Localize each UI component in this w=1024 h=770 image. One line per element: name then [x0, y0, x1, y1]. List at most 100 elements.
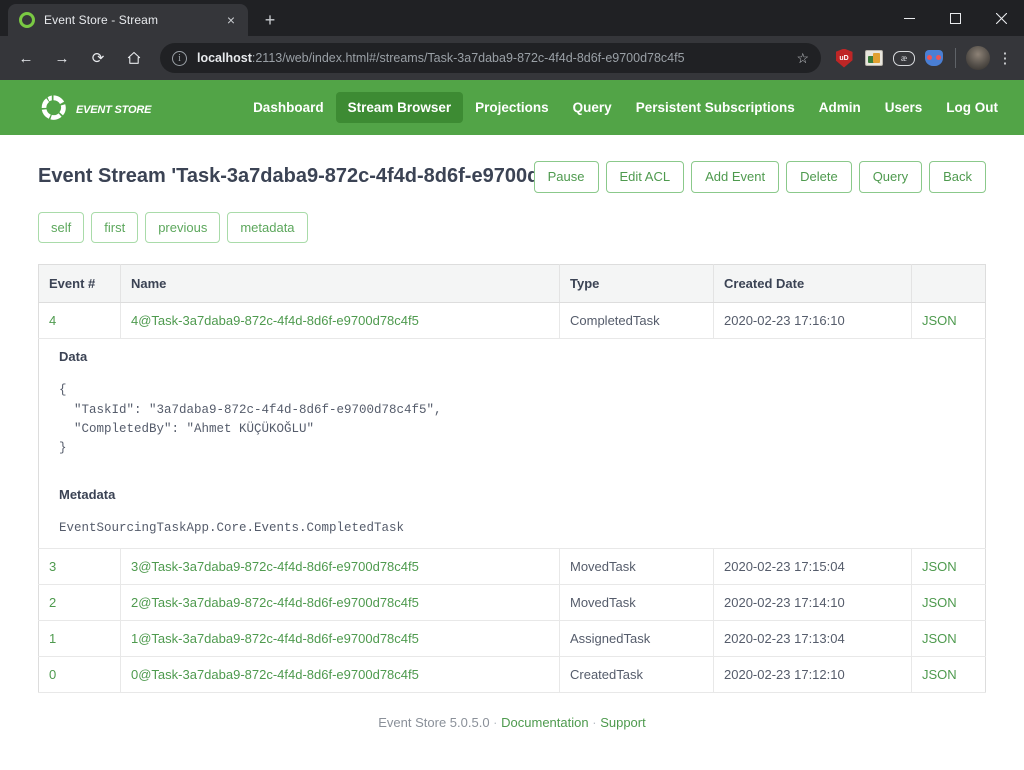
event-name-link[interactable]: 3@Task-3a7daba9-872c-4f4d-8d6f-e9700d78c…	[131, 559, 419, 574]
back-button[interactable]: Back	[929, 161, 986, 193]
close-tab-icon[interactable]: ×	[222, 11, 240, 29]
event-name-link[interactable]: 1@Task-3a7daba9-872c-4f4d-8d6f-e9700d78c…	[131, 631, 419, 646]
delete-button[interactable]: Delete	[786, 161, 852, 193]
ae-icon[interactable]: æ	[892, 46, 916, 70]
url-host: localhost	[197, 51, 252, 65]
add-event-button[interactable]: Add Event	[691, 161, 780, 193]
event-number-link[interactable]: 0	[49, 667, 56, 682]
cell-event-type: CompletedTask	[559, 302, 714, 340]
footer-support-link[interactable]: Support	[600, 715, 646, 730]
cell-event-type: MovedTask	[559, 548, 714, 586]
json-link[interactable]: JSON	[922, 595, 957, 610]
event-name-link[interactable]: 2@Task-3a7daba9-872c-4f4d-8d6f-e9700d78c…	[131, 595, 419, 610]
browser-menu-icon[interactable]: ⋮	[994, 51, 1016, 66]
brand-logo[interactable]: EVENT STORE	[40, 94, 151, 121]
table-row[interactable]: 4 4@Task-3a7daba9-872c-4f4d-8d6f-e9700d7…	[38, 302, 986, 340]
footer-separator-1: ·	[493, 715, 498, 731]
pause-button[interactable]: Pause	[533, 161, 599, 193]
cell-format: JSON	[911, 584, 986, 622]
brand-name-text: EVENT STORE	[76, 104, 152, 116]
nav-item-stream-browser[interactable]: Stream Browser	[335, 92, 464, 123]
event-number-link[interactable]: 1	[49, 631, 56, 646]
new-tab-button[interactable]: +	[256, 6, 284, 34]
nav-item-persistent-subscriptions[interactable]: Persistent Subscriptions	[624, 92, 807, 123]
event-number-link[interactable]: 4	[49, 313, 56, 328]
column-header-format	[911, 264, 986, 304]
cell-event-number: 0	[38, 656, 121, 694]
tab-strip: Event Store - Stream × +	[0, 0, 1024, 36]
paging-metadata-button[interactable]: metadata	[227, 211, 308, 244]
query-button[interactable]: Query	[858, 161, 923, 193]
events-table: Event # Name Type Created Date 4 4@Task-…	[38, 264, 986, 694]
table-row[interactable]: 0 0@Task-3a7daba9-872c-4f4d-8d6f-e9700d7…	[38, 656, 986, 694]
event-detail-inner: Data { "TaskId": "3a7daba9-872c-4f4d-8d6…	[49, 349, 975, 538]
ublock-origin-icon[interactable]: uD	[832, 46, 856, 70]
column-header-event-number: Event #	[38, 264, 121, 304]
app-navbar: EVENT STORE Dashboard Stream Browser Pro…	[0, 80, 1024, 135]
site-info-icon[interactable]: i	[172, 50, 187, 66]
reload-icon[interactable]: ⟳	[83, 43, 113, 73]
mask-icon[interactable]	[922, 46, 946, 70]
nav-item-users[interactable]: Users	[873, 92, 935, 123]
paging-first-button[interactable]: first	[91, 211, 139, 244]
cell-created-date: 2020-02-23 17:12:10	[713, 656, 912, 694]
tab-title: Event Store - Stream	[44, 13, 159, 27]
cell-event-number: 1	[38, 620, 121, 658]
cell-event-name: 2@Task-3a7daba9-872c-4f4d-8d6f-e9700d78c…	[120, 584, 560, 622]
window-controls	[886, 0, 1024, 36]
browser-window: Event Store - Stream × + ← → ⟳ i localho…	[0, 0, 1024, 770]
bookmark-star-icon[interactable]: ☆	[796, 50, 809, 67]
table-row[interactable]: 1 1@Task-3a7daba9-872c-4f4d-8d6f-e9700d7…	[38, 620, 986, 658]
toolbar-divider	[955, 48, 956, 68]
paging-previous-button[interactable]: previous	[145, 211, 221, 244]
event-name-link[interactable]: 0@Task-3a7daba9-872c-4f4d-8d6f-e9700d78c…	[131, 667, 419, 682]
nav-item-dashboard[interactable]: Dashboard	[241, 92, 336, 123]
table-row[interactable]: 3 3@Task-3a7daba9-872c-4f4d-8d6f-e9700d7…	[38, 548, 986, 586]
cell-format: JSON	[911, 656, 986, 694]
json-link[interactable]: JSON	[922, 667, 957, 682]
address-bar[interactable]: i localhost:2113/web/index.html#/streams…	[160, 43, 821, 73]
json-link[interactable]: JSON	[922, 559, 957, 574]
page-title: Event Stream 'Task-3a7daba9-872c-4f4d-8d…	[38, 165, 534, 188]
close-window-icon[interactable]	[978, 0, 1024, 36]
cell-event-type: AssignedTask	[559, 620, 714, 658]
json-link[interactable]: JSON	[922, 631, 957, 646]
footer-separator-2: ·	[592, 715, 597, 731]
cell-event-number: 3	[38, 548, 121, 586]
home-icon[interactable]	[119, 43, 149, 73]
back-icon[interactable]: ←	[11, 43, 41, 73]
table-row[interactable]: 2 2@Task-3a7daba9-872c-4f4d-8d6f-e9700d7…	[38, 584, 986, 622]
table-header-row: Event # Name Type Created Date	[38, 264, 986, 304]
footer-documentation-link[interactable]: Documentation	[501, 715, 588, 730]
nav-item-projections[interactable]: Projections	[463, 92, 561, 123]
events-table-body: 4 4@Task-3a7daba9-872c-4f4d-8d6f-e9700d7…	[38, 302, 986, 694]
cell-event-number: 2	[38, 584, 121, 622]
page-action-buttons: Pause Edit ACL Add Event Delete Query Ba…	[533, 161, 986, 193]
cell-event-number: 4	[38, 302, 121, 340]
profile-avatar[interactable]	[966, 46, 990, 70]
paging-self-button[interactable]: self	[38, 211, 85, 244]
cell-created-date: 2020-02-23 17:14:10	[713, 584, 912, 622]
page-header: Event Stream 'Task-3a7daba9-872c-4f4d-8d…	[20, 135, 1004, 193]
edit-acl-button[interactable]: Edit ACL	[605, 161, 685, 193]
nav-item-admin[interactable]: Admin	[807, 92, 873, 123]
paging-buttons: self first previous metadata	[20, 193, 1004, 244]
event-number-link[interactable]: 3	[49, 559, 56, 574]
json-link[interactable]: JSON	[922, 313, 957, 328]
image-downloader-icon[interactable]	[862, 46, 886, 70]
browser-tab[interactable]: Event Store - Stream ×	[8, 4, 248, 36]
browser-toolbar: ← → ⟳ i localhost:2113/web/index.html#/s…	[0, 36, 1024, 80]
footer-version: Event Store 5.0.5.0	[378, 715, 490, 731]
cell-created-date: 2020-02-23 17:15:04	[713, 548, 912, 586]
event-name-link[interactable]: 4@Task-3a7daba9-872c-4f4d-8d6f-e9700d78c…	[131, 313, 419, 328]
brand-name: EVENT STORE	[76, 97, 151, 118]
nav-item-log-out[interactable]: Log Out	[934, 92, 1010, 123]
maximize-window-icon[interactable]	[932, 0, 978, 36]
cell-created-date: 2020-02-23 17:13:04	[713, 620, 912, 658]
minimize-window-icon[interactable]	[886, 0, 932, 36]
event-number-link[interactable]: 2	[49, 595, 56, 610]
nav-item-query[interactable]: Query	[561, 92, 624, 123]
data-section-label: Data	[59, 349, 88, 365]
metadata-body: EventSourcingTaskApp.Core.Events.Complet…	[59, 520, 405, 535]
forward-icon[interactable]: →	[47, 43, 77, 73]
